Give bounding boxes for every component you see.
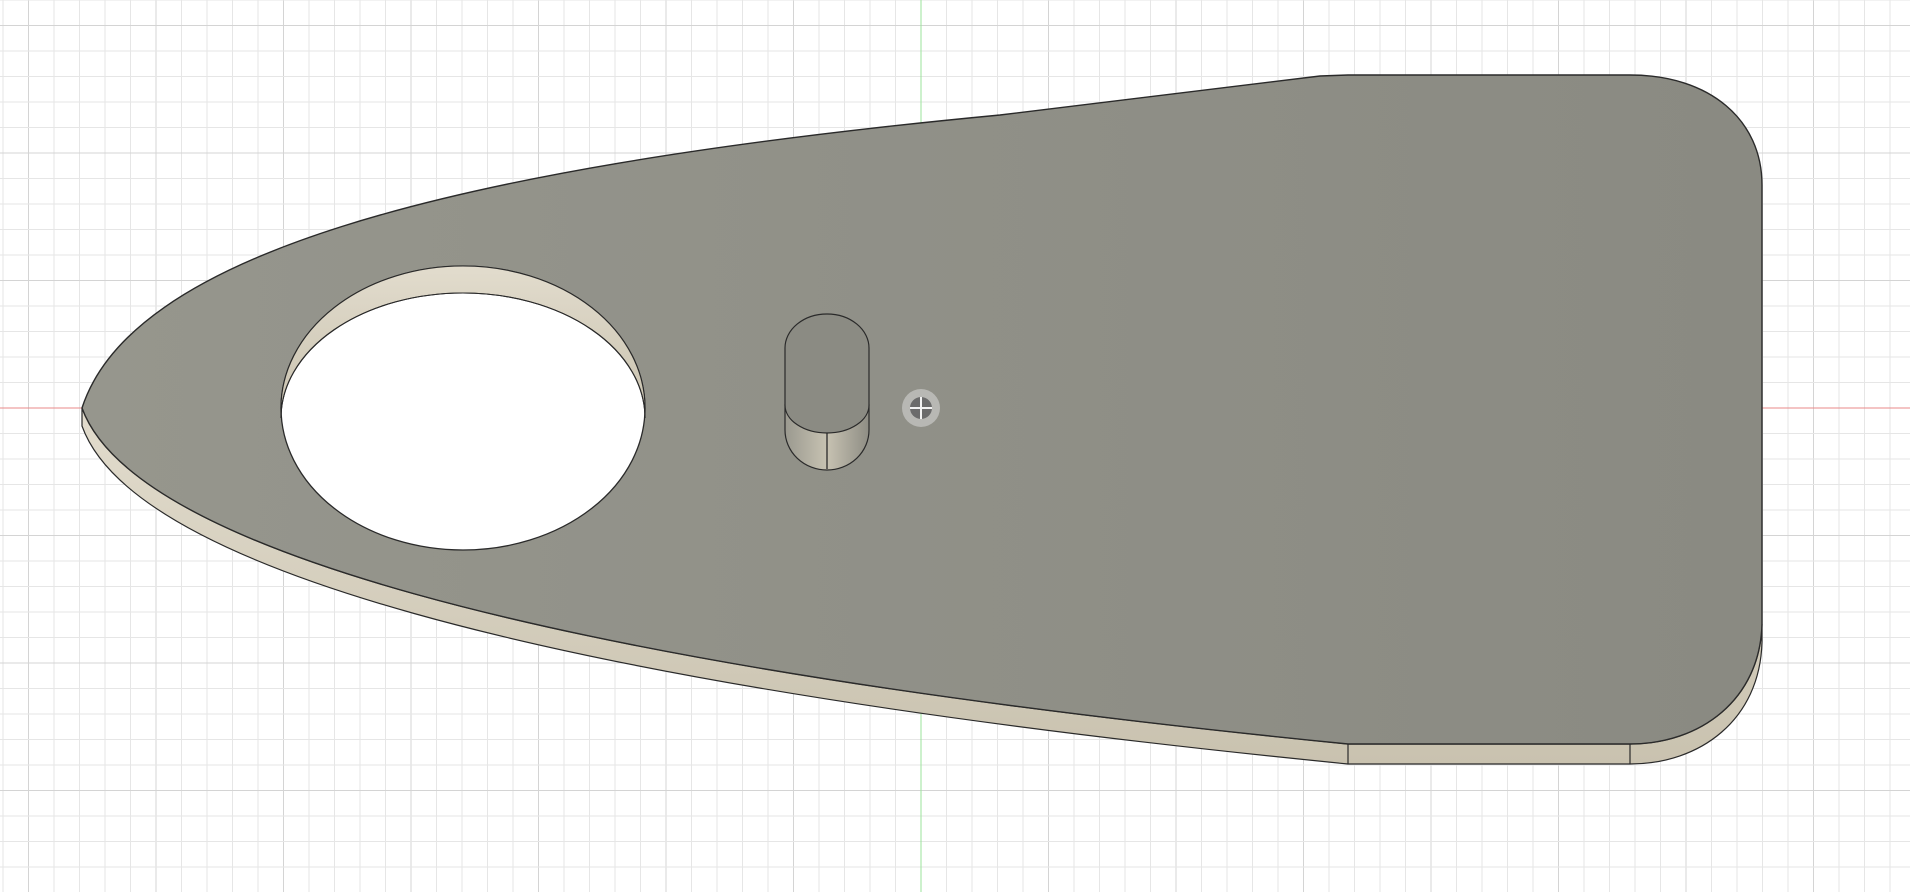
through-hole[interactable] [280, 265, 646, 551]
design-canvas[interactable] [0, 0, 1910, 892]
boss-top [784, 313, 870, 434]
slot-boss[interactable] [784, 313, 870, 471]
origin-icon[interactable] [902, 389, 940, 427]
cad-viewport[interactable] [0, 0, 1910, 892]
